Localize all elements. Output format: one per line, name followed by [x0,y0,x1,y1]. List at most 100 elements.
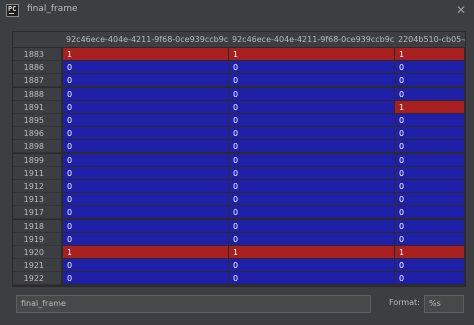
table-cell[interactable]: 0 [395,74,465,88]
table-cell[interactable]: 0 [395,272,465,286]
table-row[interactable]: 1883 1 1 1 [13,48,465,61]
table-cell[interactable]: 0 [63,114,229,127]
table-row[interactable]: 1899 0 0 0 [13,153,465,167]
format-label: Format: [389,298,420,307]
table-cell[interactable]: 0 [63,272,229,286]
column-header-3[interactable]: 2204b510-cb05-4d... [395,32,465,47]
table-cell[interactable]: 0 [395,180,465,193]
table-cell[interactable]: 0 [63,127,229,141]
table-cell[interactable]: 0 [395,193,465,207]
row-index: 1921 [13,259,61,273]
table-cell[interactable]: 1 [63,48,229,61]
table-cell[interactable]: 0 [229,193,395,207]
table-cell[interactable]: 0 [229,140,395,154]
table-cell[interactable]: 0 [229,272,395,286]
table-cell[interactable]: 0 [229,166,395,180]
table-cell[interactable]: 0 [63,166,229,180]
table-cell[interactable]: 1 [229,246,395,259]
table-row[interactable]: 1888 0 0 0 [13,87,465,101]
table-cell[interactable]: 0 [229,127,395,141]
close-icon[interactable]: ✕ [454,2,468,18]
table-cell[interactable]: 0 [229,180,395,193]
table-row[interactable]: 1911 0 0 0 [13,166,465,180]
row-index: 1887 [13,74,61,88]
table-cell[interactable]: 0 [395,140,465,154]
table-cell[interactable]: 0 [395,219,465,233]
table-cell[interactable]: 0 [395,61,465,75]
table-cell[interactable]: 1 [229,48,395,61]
table-cell[interactable]: 0 [229,219,395,233]
expression-input[interactable]: final_frame [16,295,371,313]
format-input[interactable]: %s [424,295,464,313]
dataframe-table[interactable]: 92c46ece-404e-4211-9f68-0ce939ccb9c5|9c1… [12,31,466,287]
table-row[interactable]: 1920 1 1 1 [13,246,465,259]
table-cell[interactable]: 1 [395,246,465,259]
table-cell[interactable]: 0 [395,153,465,167]
table-row[interactable]: 1891 0 0 1 [13,100,465,114]
table-row[interactable]: 1918 0 0 0 [13,219,465,233]
table-row[interactable]: 1913 0 0 0 [13,193,465,207]
row-index: 1895 [13,114,61,127]
table-cell[interactable]: 0 [229,114,395,127]
row-index: 1919 [13,232,61,246]
table-header: 92c46ece-404e-4211-9f68-0ce939ccb9c5|9c1… [13,32,465,47]
table-cell[interactable]: 1 [395,48,465,61]
table-row[interactable]: 1895 0 0 0 [13,114,465,127]
table-cell[interactable]: 0 [229,61,395,75]
title-bar: PC final_frame ✕ [0,0,474,22]
table-cell[interactable]: 0 [229,100,395,114]
table-cell[interactable]: 0 [63,100,229,114]
row-index: 1913 [13,193,61,207]
table-cell[interactable]: 0 [395,127,465,141]
row-index: 1911 [13,166,61,180]
pycharm-app-icon: PC [6,4,19,17]
table-cell[interactable]: 0 [395,166,465,180]
table-row[interactable]: 1917 0 0 0 [13,206,465,220]
table-cell[interactable]: 0 [63,87,229,101]
table-cell[interactable]: 0 [63,61,229,75]
column-header-2[interactable]: 92c46ece-404e-4211-9f68-0ce939ccb9c5|920… [229,32,395,47]
table-cell[interactable]: 0 [63,219,229,233]
table-cell[interactable]: 0 [229,74,395,88]
table-cell[interactable]: 0 [63,193,229,207]
table-cell[interactable]: 1 [395,100,465,114]
table-cell[interactable]: 0 [229,232,395,246]
row-index: 1920 [13,246,61,259]
table-cell[interactable]: 0 [63,180,229,193]
row-index: 1896 [13,127,61,141]
table-row[interactable]: 1922 0 0 0 [13,272,465,286]
table-cell[interactable]: 0 [395,259,465,273]
row-index: 1891 [13,100,61,114]
row-index: 1883 [13,48,61,61]
table-cell[interactable]: 0 [395,206,465,220]
table-cell[interactable]: 0 [63,259,229,273]
table-cell[interactable]: 0 [63,206,229,220]
row-index: 1922 [13,272,61,286]
table-cell[interactable]: 0 [229,259,395,273]
table-cell[interactable]: 0 [63,153,229,167]
table-cell[interactable]: 0 [229,87,395,101]
table-cell[interactable]: 0 [229,153,395,167]
table-cell[interactable]: 0 [395,232,465,246]
row-index: 1918 [13,219,61,233]
table-cell[interactable]: 0 [63,74,229,88]
table-row[interactable]: 1921 0 0 0 [13,259,465,273]
row-index: 1888 [13,87,61,101]
table-row[interactable]: 1886 0 0 0 [13,61,465,75]
table-cell[interactable]: 0 [395,114,465,127]
table-row[interactable]: 1887 0 0 0 [13,74,465,88]
app-icon-text: PC [8,5,17,13]
table-row[interactable]: 1896 0 0 0 [13,127,465,141]
window-title: final_frame [27,4,78,14]
column-header-1[interactable]: 92c46ece-404e-4211-9f68-0ce939ccb9c5|9c1… [63,32,229,47]
table-row[interactable]: 1919 0 0 0 [13,232,465,246]
table-row[interactable]: 1898 0 0 0 [13,140,465,154]
table-cell[interactable]: 0 [229,206,395,220]
table-cell[interactable]: 0 [63,140,229,154]
row-index: 1898 [13,140,61,154]
table-cell[interactable]: 0 [395,87,465,101]
table-row[interactable]: 1912 0 0 0 [13,180,465,193]
table-cell[interactable]: 1 [63,246,229,259]
row-index: 1917 [13,206,61,220]
table-cell[interactable]: 0 [63,232,229,246]
